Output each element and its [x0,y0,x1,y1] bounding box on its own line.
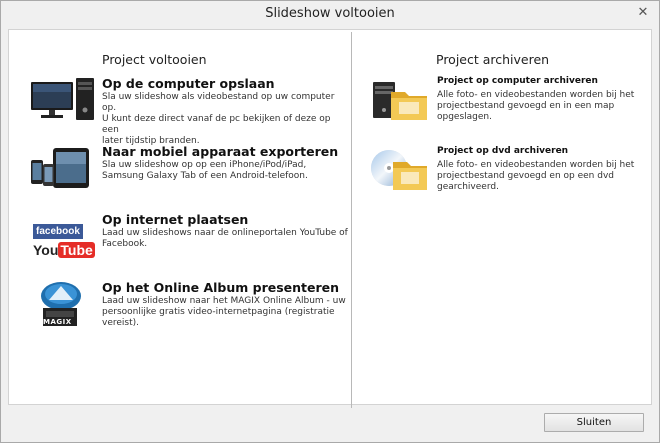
computer-icon [31,78,94,120]
option-description: Sla uw slideshow als videobestand op uw … [102,92,335,146]
option-online-album[interactable]: MAGIX Op het Online Album presenteren La… [29,278,349,338]
option-title: Op het Online Album presenteren [102,280,340,295]
option-description: Laad uw slideshow naar het MAGIX Online … [102,296,346,328]
option-description: Alle foto- en videobestanden worden bij … [437,160,635,192]
option-upload-internet[interactable]: facebook You Tube Op internet plaatsen La… [29,210,349,260]
window-close-button[interactable]: ✕ [633,4,653,22]
option-title: Op de computer opslaan [102,76,275,91]
option-title: Naar mobiel apparaat exporteren [102,144,339,159]
option-title: Project op dvd archiveren [437,146,569,156]
option-archive-dvd[interactable]: Project op dvd archiveren Alle foto- en … [369,144,649,200]
option-description: Sla uw slideshow op op een iPhone/iPod/i… [102,160,308,181]
heading-project-archiveren: Project archiveren [436,52,550,67]
mobile-devices-icon [31,148,89,188]
column-divider [351,32,352,408]
magix-logo-text: MAGIX [43,318,72,326]
computer-archive-icon [373,82,427,120]
option-archive-computer[interactable]: Project op computer archiveren Alle foto… [369,74,649,130]
youtube-logo: You Tube [33,242,95,258]
content-panel: Project voltooien Op de computer opslaan… [8,29,652,408]
dialog-window: Slideshow voltooien ✕ Project voltooien … [0,0,660,443]
dvd-archive-icon [371,150,427,190]
close-button[interactable]: Sluiten [544,413,644,432]
option-description: Laad uw slideshows naar de onlineportale… [102,228,348,249]
title-bar: Slideshow voltooien ✕ [1,1,659,28]
facebook-logo: facebook [33,224,83,239]
option-description: Alle foto- en videobestanden worden bij … [437,90,635,122]
window-title: Slideshow voltooien [265,6,395,21]
option-title: Project op computer archiveren [437,76,598,86]
option-title: Op internet plaatsen [102,212,249,227]
facebook-youtube-icon: facebook You Tube [33,224,95,264]
heading-project-voltooien: Project voltooien [102,52,207,67]
option-export-mobile[interactable]: Naar mobiel apparaat exporteren Sla uw s… [29,142,349,192]
option-save-computer[interactable]: Op de computer opslaan Sla uw slideshow … [29,74,349,146]
